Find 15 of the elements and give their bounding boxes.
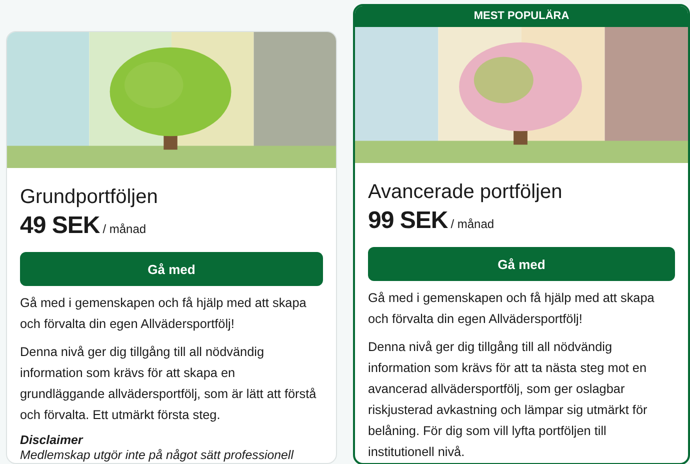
price-period: / månad [450,217,494,231]
plan-price: 49 SEK [20,212,100,240]
disclaimer-heading: Disclaimer [20,432,84,448]
plan-description: Gå med i gemenskapen och få hjälp med att skapa och förvalta din egen Allvädersportfölj! [368,290,656,328]
disclaimer-text: Medlemskap utgör inte på något sätt professionell [20,448,295,463]
popular-banner: MEST POPULÄRA [355,6,688,27]
join-button[interactable]: Gå med [20,252,323,286]
plan-description: Denna nivå ger dig tillgång till all nödvändig information som krävs för att ta nästa steg mot en avancerad allvädersportfölj, som ger oslagbar riskjusterad avkastning och lämpar sig utmärkt för belåning. För dig som vill lyfta portföljen till institutionell nivå. [368,339,648,461]
plan-title: Avancerade portföljen [368,180,564,205]
plan-title: Grundportföljen [20,185,159,210]
plan-description: Denna nivå ger dig tillgång till all nödvändig information som krävs för att skapa en grundläggande allvädersportfölj, som är lätt att förstå och förvalta. Ett utmärkt första steg. [20,344,318,424]
join-button[interactable]: Gå med [368,247,675,281]
price-period: / månad [102,222,146,236]
plan-price: 99 SEK [368,207,448,235]
plan-description: Gå med i gemenskapen och få hjälp med att skapa och förvalta din egen Allvädersportfölj! [20,295,308,333]
